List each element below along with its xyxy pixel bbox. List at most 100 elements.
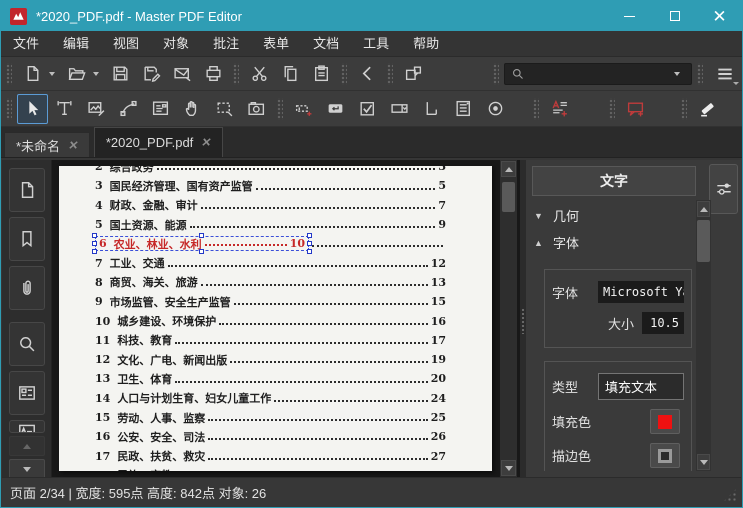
- open-dropdown-caret-icon[interactable]: [93, 72, 99, 76]
- paste-button[interactable]: [306, 60, 336, 88]
- add-callout-annotation-button[interactable]: [620, 94, 651, 124]
- edit-image-tool-button[interactable]: [81, 94, 112, 124]
- menu-批注[interactable]: 批注: [201, 31, 251, 56]
- panel-section-几何[interactable]: ▼几何: [534, 202, 692, 229]
- sidebar-scroll-down-button[interactable]: [9, 459, 45, 479]
- fill-color-button[interactable]: [650, 409, 680, 434]
- scroll-down-icon[interactable]: [501, 460, 516, 476]
- search-input[interactable]: [525, 67, 673, 81]
- menu-对象[interactable]: 对象: [151, 31, 201, 56]
- document-tab[interactable]: *2020_PDF.pdf×: [94, 127, 223, 157]
- selection-handle[interactable]: [307, 249, 312, 254]
- list-field-button[interactable]: [416, 94, 447, 124]
- toolbar-grip[interactable]: [533, 98, 539, 120]
- selection-handle[interactable]: [92, 233, 97, 238]
- resize-grip-icon[interactable]: [722, 487, 738, 503]
- selection-handle[interactable]: [307, 233, 312, 238]
- toolbar-grip[interactable]: [387, 63, 393, 85]
- toc-entry-number: 5: [95, 218, 103, 231]
- menu-文件[interactable]: 文件: [1, 31, 51, 56]
- tab-close-icon[interactable]: ×: [201, 135, 212, 150]
- cut-button[interactable]: [244, 60, 274, 88]
- print-icon: [204, 64, 223, 83]
- document-area: 2综合政务33国民经济管理、国有资产监管54财政、金融、审计75国土资源、能源9…: [52, 160, 520, 477]
- open-button[interactable]: [61, 60, 91, 88]
- copy-icon: [281, 64, 300, 83]
- font-family-input[interactable]: Microsoft YaHei: [598, 281, 684, 303]
- panel-section-字体[interactable]: ▲字体: [534, 229, 692, 256]
- menu-工具[interactable]: 工具: [351, 31, 401, 56]
- checkbox-button[interactable]: [352, 94, 383, 124]
- panel-scroll-down-icon[interactable]: [697, 454, 710, 470]
- select-area-tool-button[interactable]: [209, 94, 240, 124]
- menu-表单[interactable]: 表单: [251, 31, 301, 56]
- radio-button-button[interactable]: [480, 94, 511, 124]
- toolbar-grip[interactable]: [609, 98, 615, 120]
- search-dropdown-caret-icon[interactable]: [674, 72, 680, 76]
- text-field-button[interactable]: [288, 94, 319, 124]
- save-button[interactable]: [105, 60, 135, 88]
- push-button-button[interactable]: [320, 94, 351, 124]
- email-button[interactable]: [167, 60, 197, 88]
- selection-handle[interactable]: [199, 249, 204, 254]
- toolbar-grip[interactable]: [493, 63, 499, 85]
- document-tab[interactable]: *未命名×: [4, 132, 90, 157]
- scrollbar-thumb[interactable]: [502, 182, 515, 212]
- print-button[interactable]: [198, 60, 228, 88]
- toolbar-menu-button[interactable]: [708, 60, 742, 88]
- attachments-panel-button[interactable]: [9, 266, 45, 310]
- panel-scroll-up-icon[interactable]: [697, 201, 710, 217]
- menu-编辑[interactable]: 编辑: [51, 31, 101, 56]
- text-type-dropdown[interactable]: 填充文本: [598, 373, 684, 400]
- panel-scrollbar[interactable]: [696, 200, 711, 471]
- new-document-button[interactable]: [17, 60, 47, 88]
- list-box-button[interactable]: [448, 94, 479, 124]
- bookmarks-panel-button[interactable]: [9, 217, 45, 261]
- previous-view-button[interactable]: [352, 60, 382, 88]
- split-view-button[interactable]: [398, 60, 428, 88]
- document-scrollbar[interactable]: [500, 160, 517, 477]
- selection-handle[interactable]: [92, 241, 97, 246]
- edit-forms-tool-button[interactable]: [145, 94, 176, 124]
- tab-close-icon[interactable]: ×: [68, 138, 79, 153]
- selection-handle[interactable]: [199, 233, 204, 238]
- menu-帮助[interactable]: 帮助: [401, 31, 451, 56]
- selected-text-object[interactable]: 6农业、林业、水利10: [95, 236, 309, 251]
- pages-panel-button[interactable]: [9, 168, 45, 212]
- add-text-annotation-button[interactable]: [544, 94, 575, 124]
- font-size-input[interactable]: 10.5: [642, 312, 684, 334]
- selection-handle[interactable]: [307, 241, 312, 246]
- snapshot-tool-button[interactable]: [241, 94, 272, 124]
- minimize-button[interactable]: [607, 1, 652, 31]
- panel-scrollbar-thumb[interactable]: [697, 220, 710, 262]
- maximize-button[interactable]: [652, 1, 697, 31]
- copy-button[interactable]: [275, 60, 305, 88]
- menu-视图[interactable]: 视图: [101, 31, 151, 56]
- properties-tab-button[interactable]: [709, 164, 738, 214]
- toolbar-grip[interactable]: [6, 98, 12, 120]
- close-button[interactable]: ✕: [697, 1, 742, 31]
- edit-path-tool-button[interactable]: [113, 94, 144, 124]
- scroll-up-icon[interactable]: [501, 161, 516, 177]
- forms-panel-button[interactable]: [9, 371, 45, 415]
- sidebar-scroll-up-button[interactable]: [9, 436, 45, 456]
- toolbar-grip[interactable]: [681, 98, 687, 120]
- signature-panel-button[interactable]: [9, 420, 45, 433]
- toolbar-grip[interactable]: [341, 63, 347, 85]
- toolbar-grip[interactable]: [6, 63, 12, 85]
- stroke-color-button[interactable]: [650, 443, 680, 468]
- combo-box-button[interactable]: [384, 94, 415, 124]
- edit-text-tool-button[interactable]: [49, 94, 80, 124]
- toolbar-grip[interactable]: [233, 63, 239, 85]
- toolbar-grip[interactable]: [277, 98, 283, 120]
- save-as-button[interactable]: [136, 60, 166, 88]
- new-document-dropdown-caret-icon[interactable]: [49, 72, 55, 76]
- hand-tool-button[interactable]: [177, 94, 208, 124]
- eraser-button[interactable]: [692, 94, 723, 124]
- toolbar-grip[interactable]: [697, 63, 703, 85]
- pdf-page[interactable]: 2综合政务33国民经济管理、国有资产监管54财政、金融、审计75国土资源、能源9…: [59, 166, 492, 471]
- search-panel-button[interactable]: [9, 322, 45, 366]
- selection-handle[interactable]: [92, 249, 97, 254]
- menu-文档[interactable]: 文档: [301, 31, 351, 56]
- select-tool-button[interactable]: [17, 94, 48, 124]
